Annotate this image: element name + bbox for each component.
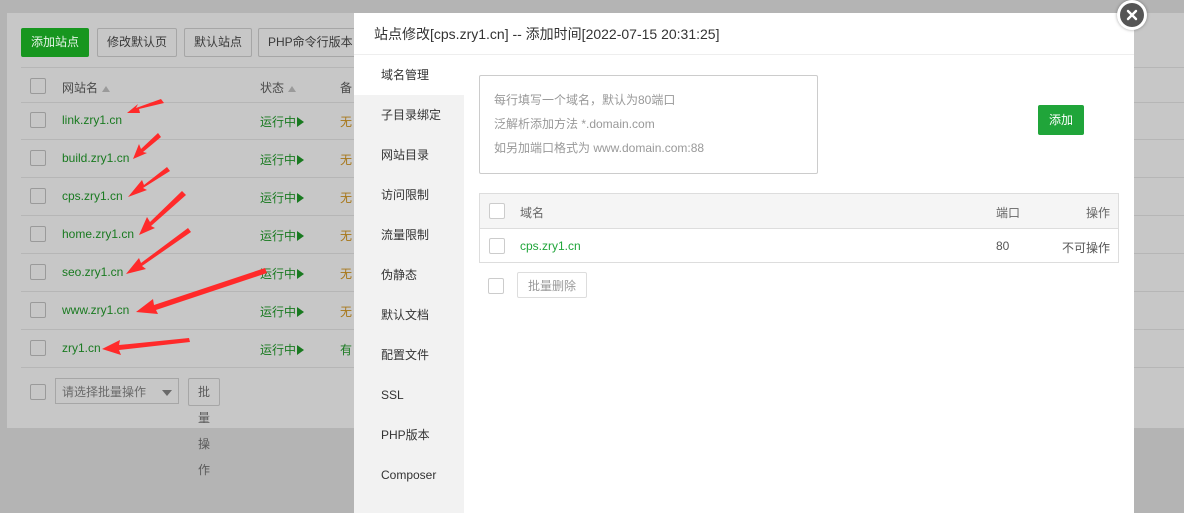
select-all-checkbox[interactable] (489, 203, 505, 219)
nav-item-subdirectory-binding[interactable]: 子目录绑定 (354, 95, 464, 135)
close-dialog-button[interactable] (1117, 0, 1147, 30)
play-icon (297, 193, 305, 203)
sort-asc-icon (288, 85, 297, 92)
row-checkbox[interactable] (30, 112, 46, 128)
column-header-status[interactable]: 状态 (260, 79, 297, 96)
caret-down-icon (162, 390, 172, 396)
domain-port: 80 (996, 239, 1010, 253)
nav-item-access-restriction[interactable]: 访问限制 (354, 175, 464, 215)
site-name-link[interactable]: home.zry1.cn (62, 227, 134, 241)
site-status[interactable]: 运行中 (260, 113, 305, 130)
domain-textarea[interactable]: 每行填写一个域名，默认为80端口 泛解析添加方法 *.domain.com 如另… (479, 75, 818, 174)
site-name-link[interactable]: build.zry1.cn (62, 151, 129, 165)
play-icon (297, 231, 305, 241)
row-checkbox[interactable] (30, 226, 46, 242)
dialog-title: 站点修改[cps.zry1.cn] -- 添加时间[2022-07-15 20:… (354, 13, 1134, 55)
site-status[interactable]: 运行中 (260, 151, 305, 168)
placeholder-line: 如另加端口格式为 www.domain.com:88 (494, 141, 705, 155)
bulk-action-button[interactable]: 批量操作 (188, 378, 221, 477)
site-note: 无 (340, 153, 353, 167)
site-note: 无 (340, 305, 353, 319)
site-edit-dialog: 站点修改[cps.zry1.cn] -- 添加时间[2022-07-15 20:… (354, 13, 1134, 513)
domain-link[interactable]: cps.zry1.cn (520, 239, 581, 253)
row-checkbox[interactable] (30, 264, 46, 280)
bulk-select-checkbox[interactable] (30, 384, 46, 400)
play-icon (297, 117, 305, 127)
play-icon (297, 269, 305, 279)
site-note: 无 (340, 191, 353, 205)
column-header-operation: 操作 (1085, 206, 1110, 220)
site-note: 无 (340, 115, 353, 129)
site-name-link[interactable]: cps.zry1.cn (62, 189, 123, 203)
add-site-button[interactable]: 添加站点 (21, 28, 90, 57)
site-status[interactable]: 运行中 (260, 303, 305, 320)
placeholder-line: 泛解析添加方法 *.domain.com (494, 117, 655, 131)
site-note: 无 (340, 229, 353, 243)
nav-item-php-version[interactable]: PHP版本 (354, 415, 464, 455)
nav-item-domain-management[interactable]: 域名管理 (354, 55, 464, 95)
domain-operation: 不可操作 (1061, 241, 1110, 255)
domain-table: 域名 端口 操作 cps.zry1.cn 80 不可操作 (479, 193, 1119, 263)
nav-item-ssl[interactable]: SSL (354, 375, 464, 415)
row-checkbox[interactable] (489, 238, 505, 254)
sort-asc-icon (102, 85, 111, 92)
site-note: 无 (340, 267, 353, 281)
placeholder-line: 每行填写一个域名，默认为80端口 (494, 93, 676, 107)
php-cli-version-button[interactable]: PHP命令行版本 (258, 28, 363, 57)
play-icon (297, 155, 305, 165)
site-status[interactable]: 运行中 (260, 189, 305, 206)
batch-select-checkbox[interactable] (488, 278, 504, 294)
row-checkbox[interactable] (30, 150, 46, 166)
play-icon (297, 307, 305, 317)
table-row: cps.zry1.cn 80 不可操作 (480, 229, 1118, 262)
row-checkbox[interactable] (30, 188, 46, 204)
row-checkbox[interactable] (30, 340, 46, 356)
site-name-link[interactable]: zry1.cn (62, 341, 101, 355)
row-checkbox[interactable] (30, 302, 46, 318)
site-note: 有 (340, 343, 353, 357)
batch-delete-button[interactable]: 批量删除 (517, 272, 587, 298)
column-header-port: 端口 (996, 206, 1021, 220)
close-x-icon (1126, 9, 1138, 21)
select-all-checkbox[interactable] (30, 78, 46, 94)
site-name-link[interactable]: link.zry1.cn (62, 113, 122, 127)
site-status[interactable]: 运行中 (260, 227, 305, 244)
bulk-action-select[interactable]: 请选择批量操作 (55, 378, 179, 404)
nav-item-default-document[interactable]: 默认文档 (354, 295, 464, 335)
column-header-domain: 域名 (520, 206, 545, 220)
site-status[interactable]: 运行中 (260, 265, 305, 282)
nav-item-traffic-limit[interactable]: 流量限制 (354, 215, 464, 255)
site-status[interactable]: 运行中 (260, 341, 305, 358)
domain-table-header: 域名 端口 操作 (480, 194, 1118, 229)
nav-item-site-directory[interactable]: 网站目录 (354, 135, 464, 175)
edit-default-page-button[interactable]: 修改默认页 (97, 28, 178, 57)
default-site-button[interactable]: 默认站点 (184, 28, 253, 57)
nav-item-rewrite[interactable]: 伪静态 (354, 255, 464, 295)
column-header-note: 备 (340, 81, 353, 95)
play-icon (297, 345, 305, 355)
site-name-link[interactable]: seo.zry1.cn (62, 265, 123, 279)
nav-item-config-file[interactable]: 配置文件 (354, 335, 464, 375)
nav-item-composer[interactable]: Composer (354, 455, 464, 495)
column-header-name[interactable]: 网站名 (62, 79, 111, 96)
dialog-side-nav: 域名管理 子目录绑定 网站目录 访问限制 流量限制 伪静态 默认文档 配置文件 … (354, 55, 464, 513)
site-name-link[interactable]: www.zry1.cn (62, 303, 129, 317)
add-domain-button[interactable]: 添加 (1038, 105, 1084, 135)
